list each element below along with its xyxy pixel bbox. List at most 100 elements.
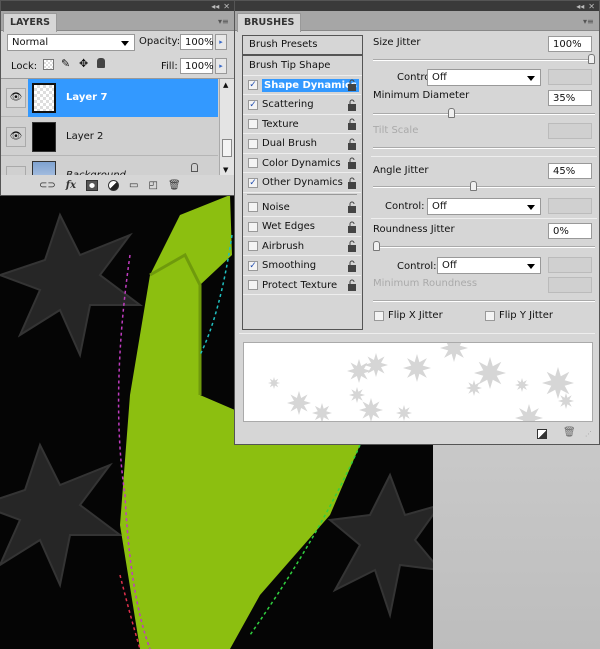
- layer-row-layer-7[interactable]: 👁 Layer 7: [1, 79, 218, 117]
- brush-option-shape-dynamics[interactable]: ✓ Shape Dynamics: [243, 76, 361, 95]
- brush-option-color-dynamics[interactable]: Color Dynamics: [243, 154, 361, 173]
- lock-icon[interactable]: [347, 99, 357, 111]
- checkbox[interactable]: ✓: [248, 80, 258, 90]
- tab-brushes[interactable]: BRUSHES: [237, 13, 302, 32]
- control-value: Off: [442, 260, 457, 271]
- layers-scrollbar[interactable]: ▲ ▼: [219, 79, 234, 175]
- size-jitter-input[interactable]: 100%: [548, 36, 592, 52]
- brush-option-scattering[interactable]: ✓ Scattering: [243, 96, 361, 115]
- brush-option-airbrush[interactable]: Airbrush: [243, 237, 361, 256]
- lock-all-icon[interactable]: [97, 58, 105, 68]
- lock-icon[interactable]: [347, 240, 357, 252]
- collapse-icon[interactable]: ◂◂: [576, 2, 584, 11]
- panel-menu-icon[interactable]: ▾≡: [583, 17, 595, 26]
- collapse-icon[interactable]: ◂◂: [211, 2, 219, 11]
- checkbox[interactable]: [374, 310, 384, 321]
- angle-jitter-slider[interactable]: [373, 181, 595, 191]
- checkbox[interactable]: [248, 119, 258, 129]
- blend-mode-value: Normal: [12, 37, 49, 48]
- control-label: Control:: [397, 261, 437, 272]
- lock-icon[interactable]: [347, 260, 357, 272]
- lock-brush-icon[interactable]: ✎: [61, 57, 70, 70]
- tab-layers[interactable]: LAYERS: [3, 13, 58, 32]
- slider-knob[interactable]: [448, 108, 456, 118]
- slider-knob[interactable]: [373, 241, 380, 251]
- scroll-down-icon[interactable]: ▼: [223, 166, 228, 174]
- checkbox[interactable]: [485, 310, 495, 321]
- lock-icon[interactable]: [347, 221, 357, 233]
- lock-icon[interactable]: [347, 177, 357, 189]
- checkbox[interactable]: [248, 158, 258, 168]
- blend-mode-select[interactable]: Normal: [7, 34, 135, 51]
- checkbox[interactable]: [248, 202, 258, 212]
- size-control-select[interactable]: Off: [427, 69, 541, 86]
- checkbox[interactable]: [248, 280, 258, 290]
- lock-label: Lock:: [11, 61, 38, 72]
- brushes-panel: ◂◂ ✕ BRUSHES ▾≡ Brush Presets Brush Tip S…: [234, 0, 600, 445]
- flip-x-checkbox[interactable]: Flip X Jitter: [369, 310, 443, 321]
- angle-control-select[interactable]: Off: [427, 198, 541, 215]
- lock-icon[interactable]: [347, 279, 357, 291]
- checkbox[interactable]: ✓: [248, 177, 258, 188]
- brush-option-protect-texture[interactable]: Protect Texture: [243, 276, 361, 295]
- link-icon[interactable]: ⊂⊃: [39, 180, 56, 191]
- checkbox[interactable]: [248, 138, 258, 149]
- roundness-jitter-slider[interactable]: [373, 241, 595, 251]
- scroll-thumb[interactable]: [222, 139, 232, 157]
- brush-option-other-dynamics[interactable]: ✓ Other Dynamics: [243, 174, 361, 193]
- control-label: Control:: [385, 201, 425, 212]
- brush-option-texture[interactable]: Texture: [243, 115, 361, 134]
- brush-option-noise[interactable]: Noise: [243, 198, 361, 217]
- slider-knob[interactable]: [588, 54, 595, 64]
- adjustment-icon[interactable]: [108, 179, 120, 191]
- opacity-stepper[interactable]: ▸: [215, 34, 227, 50]
- brush-option-wet-edges[interactable]: Wet Edges: [243, 218, 361, 237]
- min-diameter-input[interactable]: 35%: [548, 90, 592, 106]
- eye-icon[interactable]: 👁: [6, 126, 26, 147]
- new-brush-icon[interactable]: [537, 429, 547, 439]
- lock-icon[interactable]: [347, 118, 357, 130]
- fill-input[interactable]: 100%: [180, 58, 214, 74]
- trash-icon[interactable]: 🗑: [563, 427, 576, 438]
- size-jitter-slider[interactable]: [373, 54, 595, 64]
- checkbox[interactable]: ✓: [248, 99, 258, 110]
- angle-jitter-input[interactable]: 45%: [548, 163, 592, 179]
- lock-icon[interactable]: [347, 138, 357, 150]
- panel-menu-icon[interactable]: ▾≡: [218, 17, 230, 26]
- roundness-control-select[interactable]: Off: [437, 257, 541, 274]
- opacity-input[interactable]: 100%: [180, 34, 214, 50]
- layer-row-background[interactable]: Background: [1, 157, 218, 175]
- trash-icon[interactable]: 🗑: [168, 180, 181, 191]
- lock-transparency-icon[interactable]: [43, 59, 54, 70]
- resize-grip-icon[interactable]: ⋰: [585, 430, 592, 438]
- fx-icon[interactable]: fx: [66, 180, 76, 191]
- checkbox[interactable]: ✓: [248, 260, 258, 271]
- lock-icon[interactable]: [347, 201, 357, 213]
- checkbox[interactable]: [248, 241, 258, 251]
- brush-option-dual-brush[interactable]: Dual Brush: [243, 135, 361, 154]
- scroll-up-icon[interactable]: ▲: [223, 81, 228, 89]
- layer-thumbnail: [32, 121, 56, 152]
- lock-move-icon[interactable]: ✥: [79, 57, 88, 70]
- fill-stepper[interactable]: ▸: [215, 58, 227, 74]
- layer-row-layer-2[interactable]: 👁 Layer 2: [1, 118, 218, 156]
- close-icon[interactable]: ✕: [223, 2, 230, 11]
- checkbox[interactable]: [248, 221, 258, 232]
- visibility-toggle[interactable]: [6, 165, 26, 175]
- min-diameter-label: Minimum Diameter: [373, 90, 470, 101]
- new-layer-icon[interactable]: ◰: [148, 180, 157, 191]
- folder-icon[interactable]: ▭: [129, 180, 138, 191]
- lock-icon[interactable]: [347, 157, 357, 169]
- slider-knob[interactable]: [469, 181, 477, 191]
- eye-icon[interactable]: 👁: [6, 87, 26, 108]
- brush-presets-button[interactable]: Brush Presets: [243, 36, 362, 56]
- lock-icon[interactable]: [347, 79, 357, 91]
- roundness-jitter-input[interactable]: 0%: [548, 223, 592, 239]
- brush-option-smoothing[interactable]: ✓ Smoothing: [243, 257, 361, 276]
- mask-icon[interactable]: [86, 179, 99, 191]
- min-roundness-input: [548, 277, 592, 293]
- min-diameter-slider[interactable]: [373, 108, 595, 118]
- close-icon[interactable]: ✕: [588, 2, 595, 11]
- flip-y-checkbox[interactable]: Flip Y Jitter: [480, 310, 553, 321]
- brush-tip-shape-item[interactable]: Brush Tip Shape: [243, 56, 362, 76]
